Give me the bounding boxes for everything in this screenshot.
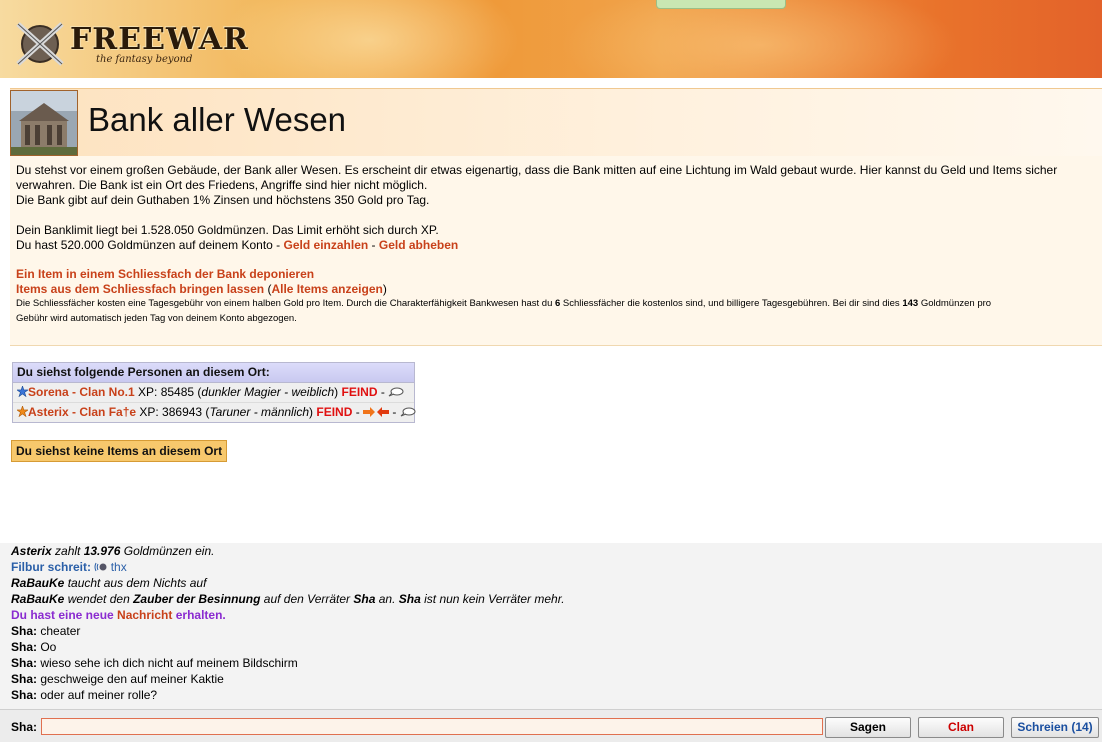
deposit-link[interactable]: Geld einzahlen [284,238,369,252]
balance-line: Du hast 520.000 Goldmünzen auf deinem Ko… [16,238,459,252]
description-line: Die Bank gibt auf dein Guthaben 1% Zinse… [16,193,430,207]
person-row[interactable]: Asterix - Clan Fa†e XP: 386943 (Taruner … [13,403,416,422]
item-retrieve-link[interactable]: Items aus dem Schliessfach bringen lasse… [16,282,264,296]
chat-area: Asterix zahlt 13.976 Goldmünzen ein. Fil… [0,543,1102,709]
person-row[interactable]: Sorena - Clan No.1 XP: 85485 (dunkler Ma… [13,383,414,403]
bank-limit-text: Dein Banklimit liegt bei 1.528.050 Goldm… [16,223,439,237]
location-title: Bank aller Wesen [88,101,347,138]
chat-message: Sha: geschweige den auf meiner Kaktie [11,672,224,686]
enemy-badge: FEIND [316,405,353,419]
persons-header: Du siehst folgende Personen an diesem Or… [13,363,414,383]
person-name[interactable]: Sorena - Clan No.1 [28,385,135,399]
chat-input[interactable] [41,718,823,735]
no-items-button[interactable]: Du siehst keine Items an diesem Ort [11,440,228,462]
speech-bubble-icon[interactable] [388,387,404,397]
star-icon [15,384,30,398]
chat-message: Sha: Oo [11,640,57,654]
item-deposit-link[interactable]: Ein Item in einem Schliessfach der Bank … [16,267,314,281]
shout-icon [94,562,107,572]
clan-button[interactable]: Clan [918,717,1004,738]
balance-text: Du hast 520.000 Goldmünzen auf deinem Ko… [16,238,273,252]
location-description: Du stehst vor einem großen Gebäude, der … [10,156,1102,346]
top-tab[interactable] [656,0,786,9]
logo-text: FREEWAR [70,22,249,57]
bank-building-image [10,90,78,156]
chat-line: RaBauKe taucht aus dem Nichts auf [11,576,207,590]
location-header: Bank aller Wesen [10,88,1102,157]
persons-box: Du siehst folgende Personen an diesem Or… [12,362,416,423]
logo-subtitle: the fantasy beyond [96,54,193,65]
header-banner: FREEWAR the fantasy beyond [0,0,1102,78]
chat-input-label: Sha: [11,720,38,734]
description-line: verwahren. Die Bank ist ein Ort des Frie… [16,178,428,192]
chat-line: Asterix zahlt 13.976 Goldmünzen ein. [11,544,215,558]
all-items-link[interactable]: Alle Items anzeigen [271,282,382,296]
withdraw-link[interactable]: Geld abheben [379,238,458,252]
crossed-swords-icon [16,22,64,66]
enemy-badge: FEIND [341,385,378,399]
star-icon [15,404,30,418]
person-name[interactable]: Asterix - Clan Fa†e [28,405,136,419]
chat-message: Sha: oder auf meiner rolle? [11,688,158,702]
locker-fee-text-2: Gebühr wird automatisch jeden Tag von de… [16,313,297,324]
chat-input-bar: Sha: Sagen Clan Schreien (14) [0,709,1102,742]
speech-bubble-icon[interactable] [400,407,416,417]
chat-line: Filbur schreit: thx [11,560,127,574]
attack-arrows-icon[interactable] [363,407,390,417]
chat-message: Sha: wieso sehe ich dich nicht auf meine… [11,656,298,670]
chat-line: RaBauKe wendet den Zauber der Besinnung … [11,592,565,606]
message-link[interactable]: Nachricht [117,608,172,622]
locker-fee-text: Die Schliessfächer kosten eine Tagesgebü… [16,298,992,309]
say-button[interactable]: Sagen [825,717,911,738]
chat-message: Sha: cheater [11,624,81,638]
shout-button[interactable]: Schreien (14) [1011,717,1099,738]
description-line: Du stehst vor einem großen Gebäude, der … [16,163,1058,177]
new-message-notice: Du hast eine neue Nachricht erhalten. [11,608,226,622]
